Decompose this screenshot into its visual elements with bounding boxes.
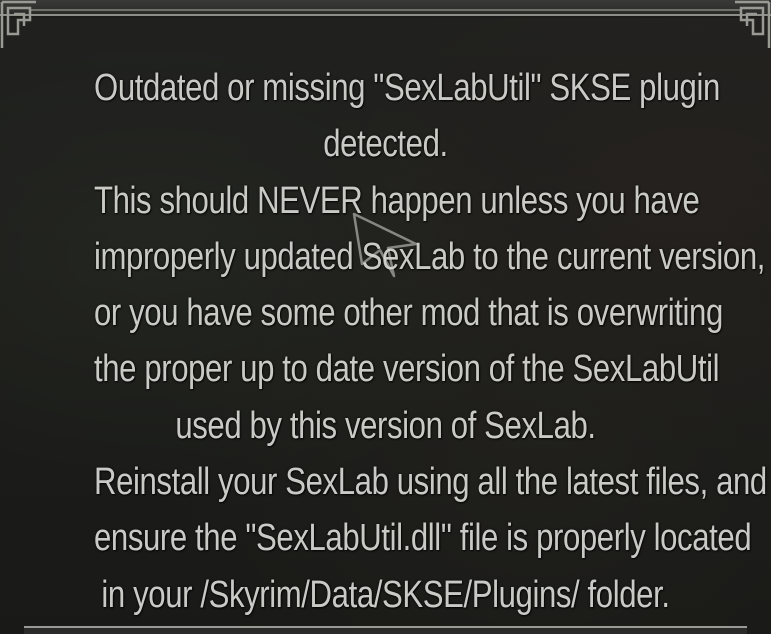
knotwork-corner-right-icon xyxy=(735,0,771,48)
message-line: Reinstall your SexLab using all the late… xyxy=(93,461,767,504)
message-line: or you have some other mod that is overw… xyxy=(93,292,723,335)
message-line: ensure the "SexLabUtil.dll" file is prop… xyxy=(93,517,752,560)
message-line: Outdated or missing "SexLabUtil" SKSE pl… xyxy=(93,67,720,109)
dialog-frame-top xyxy=(0,0,771,16)
message-line: the proper up to date version of the Sex… xyxy=(93,348,720,391)
message-line: detected. xyxy=(323,123,448,166)
game-screen: Outdated or missing "SexLabUtil" SKSE pl… xyxy=(0,0,771,634)
dialog-frame-bottom xyxy=(24,626,747,634)
error-message: Outdated or missing "SexLabUtil" SKSE pl… xyxy=(30,60,767,623)
message-line: in your /Skyrim/Data/SKSE/Plugins/ folde… xyxy=(101,573,670,616)
mouse-cursor-icon xyxy=(352,212,418,278)
knotwork-corner-left-icon xyxy=(0,0,36,48)
message-line: used by this version of SexLab. xyxy=(175,404,596,447)
